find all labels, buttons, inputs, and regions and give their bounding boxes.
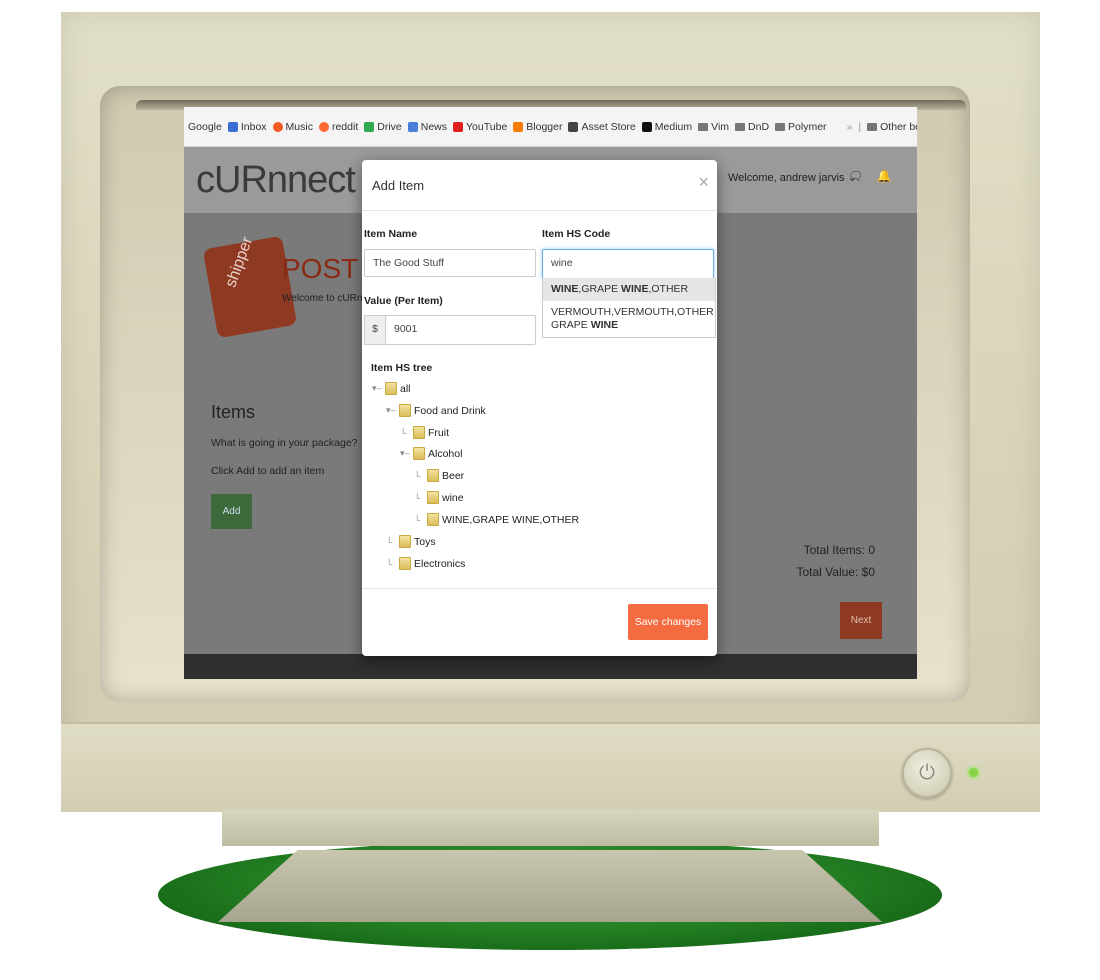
bookmark-news[interactable]: News: [407, 121, 447, 133]
tree-node-electronics[interactable]: └ Electronics: [386, 557, 465, 570]
bell-icon[interactable]: 🔔: [877, 169, 892, 183]
close-icon[interactable]: ×: [698, 172, 709, 193]
reddit-icon: [318, 121, 329, 132]
items-heading: Items: [211, 402, 256, 422]
tree-node-alcohol[interactable]: ▾– Alcohol: [400, 447, 462, 460]
tree-node-fruit[interactable]: └ Fruit: [400, 426, 449, 439]
music-icon: [272, 121, 283, 132]
power-icon: ⏻: [919, 762, 935, 784]
folder-icon: [385, 382, 397, 395]
save-changes-button[interactable]: Save changes: [628, 604, 708, 640]
item-name-input[interactable]: The Good Stuff: [364, 249, 536, 277]
suggestion-item[interactable]: VERMOUTH,VERMOUTH,OTHER GRAPE WINE: [543, 301, 715, 337]
folder-icon: [427, 513, 439, 526]
bookmark-blogger[interactable]: Blogger: [513, 121, 562, 133]
folder-icon: [735, 122, 746, 131]
total-value: Total Value: $0: [796, 565, 876, 579]
folder-icon: [427, 469, 439, 482]
blogger-icon: [513, 121, 524, 132]
tree-toggle-icon[interactable]: ▾–: [372, 383, 382, 394]
folder-icon: [399, 404, 411, 417]
folder-icon: [413, 426, 425, 439]
tree-toggle-icon[interactable]: ▾–: [400, 448, 410, 459]
shipper-badge: shipper: [202, 235, 298, 339]
folder-icon: [867, 122, 878, 131]
folder-icon: [413, 447, 425, 460]
tree-node-beer[interactable]: └ Beer: [414, 469, 464, 482]
bookmark-youtube[interactable]: YouTube: [453, 121, 507, 133]
hs-code-label: Item HS Code: [542, 228, 611, 240]
bookmarks-divider: |: [858, 120, 862, 133]
bookmark-other[interactable]: Other bookmarks: [867, 121, 917, 133]
item-name-label: Item Name: [364, 228, 418, 240]
total-items: Total Items: 0: [803, 543, 875, 557]
bookmark-vim[interactable]: Vim: [698, 121, 729, 133]
modal-footer: Save changes: [362, 588, 717, 657]
screen: Google Inbox Music reddit Drive News You…: [184, 107, 917, 679]
modal-header: Add Item ×: [362, 160, 717, 211]
suggestion-item[interactable]: WINE,GRAPE WINE,OTHER: [543, 278, 715, 301]
tree-node-toys[interactable]: └ Toys: [386, 535, 436, 548]
youtube-icon: [453, 121, 464, 132]
bookmark-music[interactable]: Music: [272, 121, 313, 133]
news-icon: [407, 121, 418, 132]
hs-code-suggestions: WINE,GRAPE WINE,OTHER VERMOUTH,VERMOUTH,…: [542, 278, 716, 338]
folder-icon: [399, 557, 411, 570]
power-button[interactable]: ⏻: [902, 748, 952, 798]
bookmark-reddit[interactable]: reddit: [318, 121, 358, 133]
bookmark-medium[interactable]: Medium: [641, 121, 692, 133]
app-footer: [184, 654, 917, 679]
post-subtitle: Welcome to cURnne: [282, 293, 374, 304]
monitor-neck: [222, 810, 879, 846]
hs-tree-label: Item HS tree: [371, 362, 433, 374]
next-button[interactable]: Next: [840, 602, 882, 639]
bookmarks-overflow[interactable]: »: [847, 121, 853, 133]
value-input[interactable]: 9001: [385, 315, 536, 345]
folder-icon: [775, 122, 786, 131]
items-question: What is going in your package?: [211, 437, 358, 449]
stand-top: [218, 850, 882, 922]
currency-addon: $: [364, 315, 386, 345]
totals: Total Items: 0 Total Value: $0: [797, 539, 876, 583]
hs-code-input[interactable]: wine: [542, 249, 714, 279]
value-label: Value (Per Item): [364, 295, 443, 307]
unity-icon: [568, 121, 579, 132]
tree-node-all[interactable]: ▾– all: [372, 382, 411, 395]
bookmark-inbox[interactable]: Inbox: [227, 121, 267, 133]
bookmark-dnd[interactable]: DnD: [735, 121, 769, 133]
bookmark-polymer[interactable]: Polymer: [775, 121, 827, 133]
tree-toggle-icon[interactable]: ▾–: [386, 405, 396, 416]
bookmark-google[interactable]: Google: [188, 121, 222, 133]
tree-node-wine[interactable]: └ wine: [414, 491, 464, 504]
user-menu[interactable]: Welcome, andrew jarvis ⌄: [728, 171, 857, 184]
modal-title: Add Item: [372, 178, 425, 193]
inbox-icon: [227, 121, 238, 132]
chat-icon[interactable]: 🗨: [848, 169, 863, 183]
app-logo[interactable]: cURnnect: [196, 159, 356, 202]
bookmark-drive[interactable]: Drive: [364, 121, 402, 133]
bookmark-asset-store[interactable]: Asset Store: [568, 121, 636, 133]
folder-icon: [427, 491, 439, 504]
add-item-modal: Add Item × Item Name The Good Stuff Item…: [362, 160, 717, 656]
header-icons: 🗨 🔔: [848, 169, 892, 183]
folder-icon: [698, 122, 709, 131]
folder-icon: [399, 535, 411, 548]
bookmarks-bar: Google Inbox Music reddit Drive News You…: [184, 107, 917, 147]
tree-node-wine-grape-wine-other[interactable]: └ WINE,GRAPE WINE,OTHER: [414, 513, 579, 526]
items-hint: Click Add to add an item: [211, 465, 325, 477]
monitor-bottom-panel: [61, 722, 1040, 812]
power-led: [969, 768, 978, 777]
drive-icon: [364, 121, 375, 132]
add-item-button[interactable]: Add: [211, 494, 252, 529]
tree-node-food-and-drink[interactable]: ▾– Food and Drink: [386, 404, 486, 417]
medium-icon: [641, 121, 652, 132]
